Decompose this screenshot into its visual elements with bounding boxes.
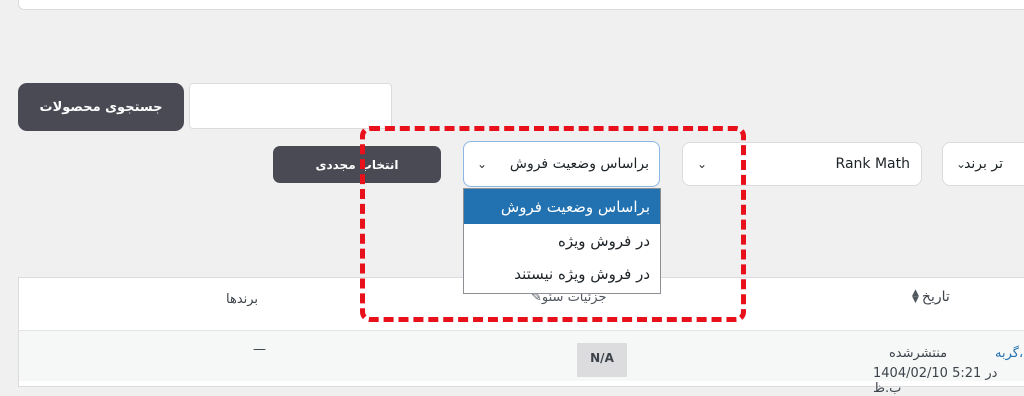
chevron-down-icon: ⌄ <box>697 157 708 171</box>
date-text: 1404/02/10 در 5:21 ب.ظ <box>873 366 998 396</box>
dropdown-option[interactable]: در فروش ویژه نیستند <box>464 257 660 290</box>
seo-plugin-select[interactable]: Rank Math ⌄ <box>682 142 922 186</box>
search-input[interactable] <box>189 83 392 129</box>
category-link[interactable]: گربه، <box>995 346 1023 361</box>
dropdown-option[interactable]: براساس وضعیت فروش <box>464 189 660 224</box>
column-header-brands[interactable]: برندها <box>226 292 258 307</box>
sort-icon[interactable]: ▲ ▼ <box>912 289 919 305</box>
column-header-date[interactable]: ▲ ▼ تاریخ <box>912 289 950 306</box>
seo-score-badge: N/A <box>577 343 627 377</box>
chevron-down-icon: ⌄ <box>477 157 488 171</box>
brands-cell: — <box>253 342 266 357</box>
date-header-label: تاریخ <box>921 289 950 305</box>
sale-status-dropdown: براساس وضعیت فروش در فروش ویژه در فروش و… <box>463 188 661 294</box>
reselect-button[interactable]: انتخاب مجددی <box>273 146 441 183</box>
sale-status-select[interactable]: براساس وضعیت فروش ⌄ <box>463 141 660 187</box>
brand-filter-select[interactable]: تر برند ⌄ <box>942 142 1024 186</box>
sale-status-value: براساس وضعیت فروش <box>509 156 649 172</box>
brand-filter-value: تر برند <box>964 156 1003 172</box>
search-products-button[interactable]: جستجوی محصولات <box>18 83 184 131</box>
seo-plugin-value: Rank Math <box>835 156 910 172</box>
dropdown-option[interactable]: در فروش ویژه <box>464 224 660 257</box>
top-panel <box>18 0 1024 10</box>
status-text: منتشرشده <box>889 346 948 361</box>
chevron-down-icon: ⌄ <box>956 157 967 171</box>
